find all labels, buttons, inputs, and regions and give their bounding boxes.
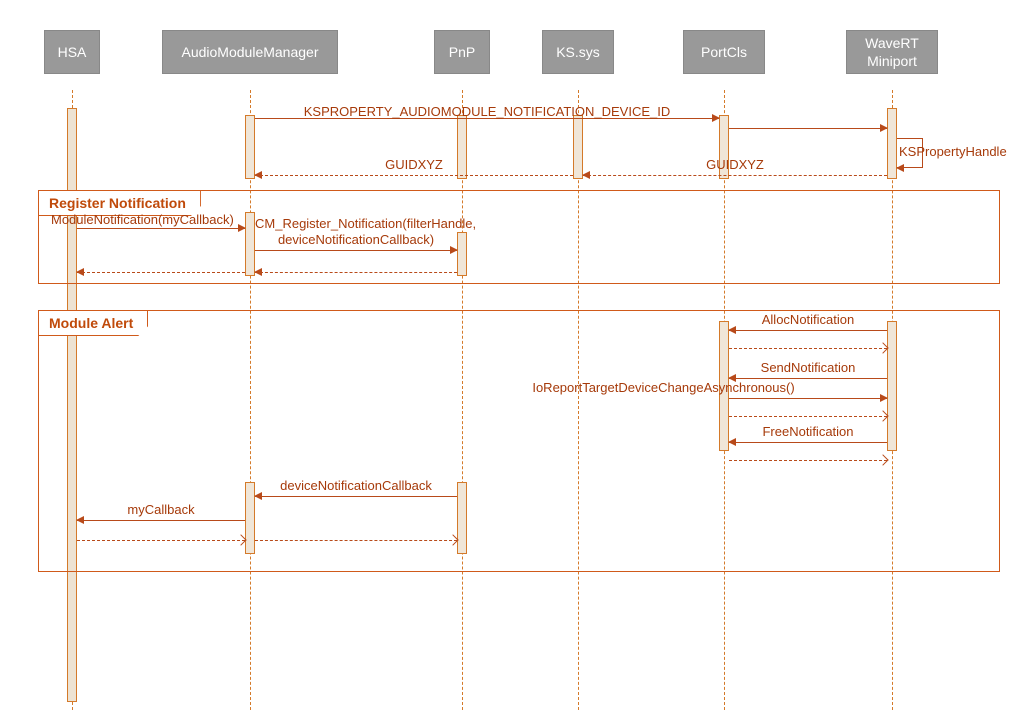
msg-allocnotif-return [729, 348, 887, 349]
msg-mycallback-return [77, 540, 245, 541]
msg-modulenotif: ModuleNotification(myCallback) [77, 228, 245, 229]
msg-ksprophandle: KSPropertyHandle [897, 138, 923, 168]
msg-modulenotif-return [77, 272, 245, 273]
participant-wavert: WaveRT Miniport [846, 30, 938, 74]
msg-portcls-wavert [729, 128, 887, 129]
participant-ks: KS.sys [542, 30, 614, 74]
msg-guidxyz-2: GUIDXYZ [255, 175, 573, 176]
frame-alert: Module Alert [38, 310, 1000, 572]
activation-ks [573, 115, 583, 179]
frame-register: Register Notification [38, 190, 1000, 284]
msg-freenotif-return [729, 460, 887, 461]
msg-sendnotif-return [729, 416, 887, 417]
msg-guidxyz-1: GUIDXYZ [583, 175, 887, 176]
msg-ioreport: IoReportTargetDeviceChangeAsynchronous() [440, 398, 887, 399]
msg-devnotifcb-return [255, 540, 457, 541]
msg-ksproperty: KSPROPERTY_AUDIOMODULE_NOTIFICATION_DEVI… [255, 118, 719, 119]
activation-amm [245, 115, 255, 179]
msg-allocnotif: AllocNotification [729, 330, 887, 331]
msg-mycallback: myCallback [77, 520, 245, 521]
msg-cmregister-return [255, 272, 457, 273]
msg-cmregister: CM_Register_Notification(filterHandle, d… [255, 250, 457, 251]
participant-amm: AudioModuleManager [162, 30, 338, 74]
participant-portcls: PortCls [683, 30, 765, 74]
participant-hsa: HSA [44, 30, 100, 74]
participant-pnp: PnP [434, 30, 490, 74]
msg-freenotif: FreeNotification [729, 442, 887, 443]
msg-sendnotif: SendNotification [729, 378, 887, 379]
msg-devnotifcb: deviceNotificationCallback [255, 496, 457, 497]
